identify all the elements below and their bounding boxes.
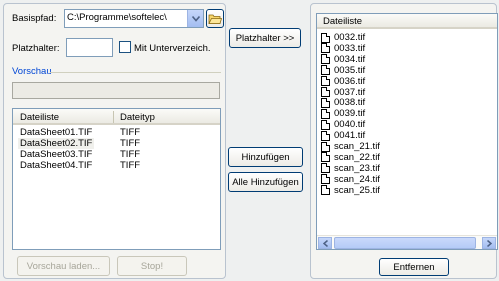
hinzufuegen-button[interactable]: Hinzufügen [228, 147, 303, 167]
list-item[interactable]: 0035.tif [321, 65, 365, 76]
file-name: scan_25.tif [334, 184, 380, 196]
file-name: scan_22.tif [334, 151, 380, 163]
dropdown-button[interactable] [187, 10, 203, 27]
left-list-header: Dateiliste Dateityp [13, 109, 220, 125]
row-name: DataSheet04.TIF [20, 160, 93, 171]
table-row[interactable]: DataSheet03.TIF TIFF [13, 149, 220, 160]
list-item[interactable]: 0036.tif [321, 76, 365, 87]
platzhalter-label: Platzhalter: [12, 43, 60, 54]
mit-unterverzeich-label: Mit Unterverzeich. [134, 43, 211, 54]
file-icon [321, 87, 330, 97]
file-name: 0038.tif [334, 97, 366, 109]
file-name: 0035.tif [334, 64, 366, 76]
row-name: DataSheet02.TIF [18, 138, 95, 149]
file-icon [321, 108, 330, 119]
right-file-list[interactable]: Dateiliste 0032.tif 0033.tif 0034.tif 0035.… [316, 13, 498, 250]
file-name: 0036.tif [334, 75, 366, 87]
list-item[interactable]: scan_24.tif [321, 174, 380, 185]
file-icon [321, 141, 330, 152]
list-item[interactable]: 0037.tif [321, 87, 365, 98]
file-name: 0034.tif [334, 53, 366, 65]
chevron-right-icon [486, 239, 492, 247]
file-name: 0039.tif [334, 108, 366, 120]
file-name: 0032.tif [334, 32, 366, 43]
platzhalter-add-button[interactable]: Platzhalter >> [229, 28, 301, 48]
list-item[interactable]: 0040.tif [321, 119, 365, 130]
file-icon [321, 185, 330, 196]
list-item[interactable]: 0038.tif [321, 97, 365, 108]
list-item[interactable]: scan_21.tif [321, 141, 380, 152]
scroll-thumb[interactable] [334, 237, 476, 249]
basispfad-combobox[interactable]: C:\Programme\softelec\ [64, 9, 204, 28]
row-type: TIFF [120, 149, 141, 160]
folder-open-icon [208, 14, 222, 24]
file-icon [321, 130, 330, 141]
file-icon [321, 65, 330, 76]
file-icon [321, 152, 330, 163]
file-name: 0040.tif [334, 119, 366, 131]
list-item[interactable]: 0032.tif [321, 32, 365, 43]
file-name: 0041.tif [334, 130, 366, 142]
table-row[interactable]: DataSheet01.TIF TIFF [13, 127, 220, 138]
file-icon [321, 32, 330, 43]
list-item[interactable]: 0041.tif [321, 130, 365, 141]
list-item[interactable]: 0033.tif [321, 43, 365, 54]
col-header-dateiliste-right[interactable]: Dateiliste [323, 16, 362, 27]
list-item[interactable]: 0039.tif [321, 108, 365, 119]
row-type: TIFF [120, 127, 141, 138]
vorschau-laden-button[interactable]: Vorschau laden... [17, 256, 110, 276]
basispfad-label: Basispfad: [12, 13, 57, 24]
left-file-list[interactable]: Dateiliste Dateityp DataSheet01.TIF TIFF… [12, 108, 221, 250]
row-name: DataSheet03.TIF [20, 149, 93, 160]
right-list-header: Dateiliste [317, 14, 497, 29]
file-icon [321, 43, 330, 54]
chevron-down-icon [191, 15, 200, 22]
list-item[interactable]: 0034.tif [321, 54, 365, 65]
list-item[interactable]: scan_22.tif [321, 152, 380, 163]
scroll-left-button[interactable] [318, 237, 332, 249]
row-type: TIFF [120, 160, 141, 171]
stop-button[interactable]: Stop! [117, 256, 187, 276]
col-header-dateityp[interactable]: Dateityp [120, 112, 155, 123]
platzhalter-input[interactable] [66, 38, 113, 57]
scroll-right-button[interactable] [482, 237, 496, 249]
list-item[interactable]: scan_25.tif [321, 185, 380, 196]
file-name: 0037.tif [334, 86, 366, 98]
vorschau-field [12, 82, 220, 99]
basispfad-value: C:\Programme\softelec\ [67, 12, 167, 23]
vorschau-group-label: Vorschau [12, 66, 52, 77]
horizontal-scrollbar[interactable] [317, 235, 497, 249]
file-icon [321, 97, 330, 108]
entfernen-button[interactable]: Entfernen [379, 258, 449, 276]
row-type: TIFF [120, 138, 141, 149]
file-icon [321, 54, 330, 65]
table-row[interactable]: DataSheet04.TIF TIFF [13, 160, 220, 171]
file-name: scan_24.tif [334, 173, 380, 185]
file-name: scan_23.tif [334, 162, 380, 174]
file-name: scan_21.tif [334, 141, 380, 152]
row-name: DataSheet01.TIF [20, 127, 93, 138]
file-icon [321, 76, 330, 87]
file-icon [321, 119, 330, 130]
file-icon [321, 163, 330, 174]
vorschau-group-line [50, 72, 221, 73]
list-item[interactable]: scan_23.tif [321, 163, 380, 174]
mit-unterverzeich-checkbox[interactable] [119, 41, 131, 53]
alle-hinzufuegen-button[interactable]: Alle Hinzufügen [228, 172, 303, 192]
chevron-left-icon [322, 239, 328, 247]
table-row-selected[interactable]: DataSheet02.TIF TIFF [13, 138, 220, 149]
col-header-dateiliste[interactable]: Dateiliste [20, 112, 59, 123]
file-name: 0033.tif [334, 42, 366, 54]
col-divider[interactable] [113, 111, 114, 123]
file-icon [321, 174, 330, 185]
browse-folder-button[interactable] [206, 9, 224, 28]
